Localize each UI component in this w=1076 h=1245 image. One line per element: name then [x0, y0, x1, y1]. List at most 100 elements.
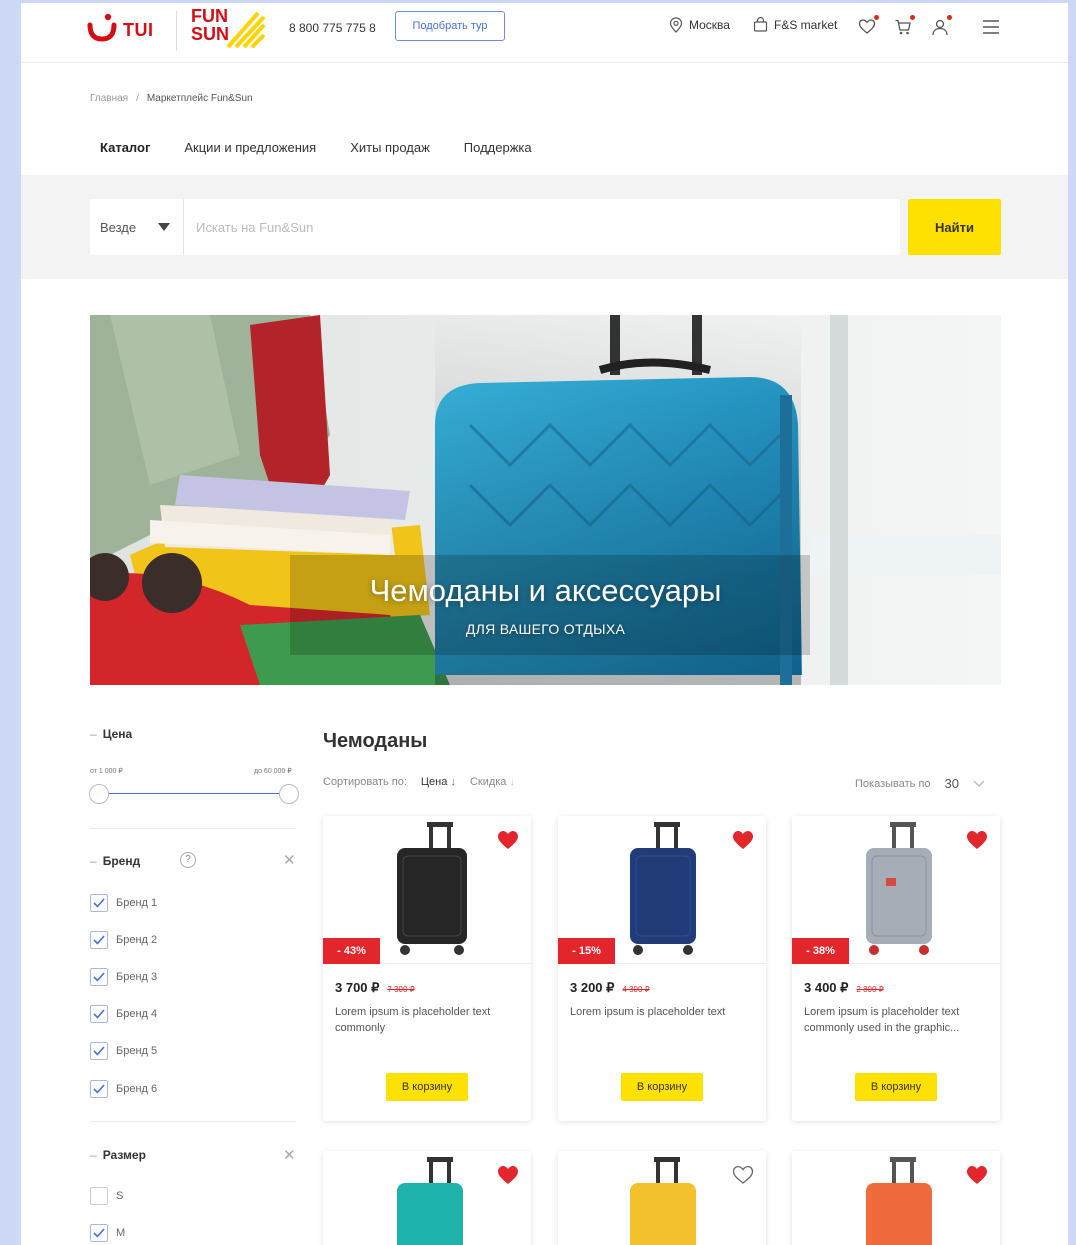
filter-brand-title[interactable]: – Бренд [90, 854, 140, 868]
search-band: Везде Найти [21, 175, 1068, 279]
collapse-icon: – [90, 1148, 97, 1162]
search-input[interactable] [184, 199, 900, 255]
checkbox-checked-icon [90, 894, 108, 912]
favorites-button[interactable] [858, 15, 880, 37]
checkbox-checked-icon [90, 931, 108, 949]
banner-subtitle: ДЛЯ ВАШЕГО ОТДЫХА [465, 621, 626, 637]
product-card[interactable] [323, 1151, 531, 1245]
product-card[interactable] [558, 1151, 766, 1245]
product-description[interactable]: Lorem ipsum is placeholder text commonly [335, 1004, 521, 1036]
filter-size-title[interactable]: – Размер [90, 1148, 146, 1162]
old-price: 4 300 ₽ [622, 985, 650, 994]
search-button[interactable]: Найти [908, 199, 1001, 255]
product-image[interactable]: - 43% [323, 816, 531, 964]
product-card[interactable]: - 43% 3 700 ₽ 7 300 ₽ Lorem ipsum is pla… [323, 816, 531, 1121]
product-image[interactable]: - 15% [558, 816, 766, 964]
cart-button[interactable] [894, 15, 916, 37]
arrow-down-icon: ↓ [509, 776, 516, 788]
search-scope-label: Везде [100, 219, 137, 235]
checkbox-checked-icon [90, 1224, 108, 1242]
heart-filled-icon[interactable] [966, 1165, 988, 1185]
product-card[interactable]: - 38% 3 400 ₽ 2 800 ₽ Lorem ipsum is pla… [792, 816, 1000, 1121]
product-description[interactable]: Lorem ipsum is placeholder text commonly… [804, 1004, 990, 1036]
phone-number[interactable]: 8 800 775 775 8 [289, 21, 376, 35]
city-selector[interactable]: Москва [669, 17, 730, 33]
tab-promotions[interactable]: Акции и предложения [174, 140, 326, 180]
discount-badge: - 15% [558, 938, 615, 964]
add-to-cart-button[interactable]: В корзину [855, 1073, 937, 1101]
collapse-icon: – [90, 854, 97, 868]
price-row: 3 400 ₽ 2 800 ₽ [804, 980, 884, 996]
heart-outline-icon[interactable] [732, 1165, 754, 1185]
sort-by-discount[interactable]: Скидка ↓ [470, 776, 515, 788]
breadcrumb-current: Маркетплейс Fun&Sun [146, 93, 253, 104]
show-by-label: Показывать по [855, 777, 931, 790]
sort-by-price[interactable]: Цена ↓ [421, 776, 456, 788]
old-price: 7 300 ₽ [387, 985, 415, 994]
promo-banner[interactable]: Чемоданы и аксессуары ДЛЯ ВАШЕГО ОТДЫХА [90, 315, 1001, 685]
product-card[interactable]: - 15% 3 200 ₽ 4 300 ₽ Lorem ipsum is pla… [558, 816, 766, 1121]
brand-label: Бренд 2 [116, 934, 158, 946]
brand-label: Бренд 4 [116, 1008, 158, 1020]
heart-filled-icon[interactable] [497, 1165, 519, 1185]
search-scope-select[interactable]: Везде [90, 199, 184, 255]
product-card[interactable] [792, 1151, 1000, 1245]
heart-filled-icon[interactable] [732, 830, 754, 850]
brand-checkbox-3[interactable]: Бренд 3 [90, 968, 157, 986]
product-image[interactable] [323, 1151, 531, 1245]
tab-support[interactable]: Поддержка [454, 140, 542, 180]
filter-price-title[interactable]: – Цена [90, 727, 132, 741]
sort-price-label: Цена [420, 776, 448, 788]
page: TUI FUN SUN 8 800 775 775 8 Подобрать ту… [21, 3, 1068, 1245]
filter-brand-label: Бренд [102, 854, 141, 868]
breadcrumb-home[interactable]: Главная [90, 93, 128, 104]
logo-divider [176, 11, 177, 51]
help-icon[interactable]: ? [180, 852, 196, 868]
brand-checkbox-6[interactable]: Бренд 6 [90, 1080, 157, 1098]
brand-checkbox-5[interactable]: Бренд 5 [90, 1042, 157, 1060]
product-image[interactable]: - 38% [792, 816, 1000, 964]
brand-label: Бренд 3 [116, 971, 158, 983]
tui-logo[interactable]: TUI [87, 11, 154, 43]
old-price: 2 800 ₽ [856, 985, 884, 994]
collapse-icon: – [90, 727, 97, 741]
price-range-track[interactable] [99, 793, 289, 794]
breadcrumb: Главная / Маркетплейс Fun&Sun [90, 93, 253, 104]
pick-tour-button[interactable]: Подобрать тур [395, 11, 505, 41]
brand-checkbox-2[interactable]: Бренд 2 [90, 931, 157, 949]
price: 3 700 ₽ [335, 980, 380, 995]
price-from-label: от 1 000 ₽ [90, 768, 123, 775]
size-label: M [116, 1227, 126, 1239]
product-image[interactable] [792, 1151, 1000, 1245]
tab-bestsellers[interactable]: Хиты продаж [340, 140, 440, 180]
add-to-cart-button[interactable]: В корзину [621, 1073, 703, 1101]
brand-label: Бренд 6 [116, 1083, 158, 1095]
discount-badge: - 43% [323, 938, 380, 964]
checkbox-checked-icon [90, 1005, 108, 1023]
heart-filled-icon[interactable] [497, 830, 519, 850]
price-range-min-handle[interactable] [89, 784, 109, 804]
market-link[interactable]: F&S market [753, 17, 837, 32]
brand-checkbox-1[interactable]: Бренд 1 [90, 894, 157, 912]
price-row: 3 700 ₽ 7 300 ₽ [335, 980, 415, 996]
product-image[interactable] [558, 1151, 766, 1245]
size-checkbox-m[interactable]: M [90, 1224, 125, 1242]
price-range-max-handle[interactable] [279, 784, 299, 804]
size-checkbox-s[interactable]: S [90, 1187, 123, 1205]
sort-discount-label: Скидка [469, 776, 507, 788]
tui-wordmark: TUI [123, 19, 154, 40]
show-by-selector[interactable]: Показывать по 30 [855, 776, 985, 791]
filter-divider [90, 828, 296, 829]
add-to-cart-button[interactable]: В корзину [386, 1073, 468, 1101]
brand-checkbox-4[interactable]: Бренд 4 [90, 1005, 157, 1023]
menu-button[interactable] [981, 15, 1003, 37]
discount-badge: - 38% [792, 938, 849, 964]
tab-catalog[interactable]: Каталог [90, 140, 161, 180]
bag-icon [753, 17, 768, 32]
clear-size-filter-icon[interactable]: ✕ [283, 1146, 296, 1164]
heart-filled-icon[interactable] [966, 830, 988, 850]
show-by-value: 30 [944, 776, 959, 791]
profile-button[interactable] [931, 15, 953, 37]
product-description[interactable]: Lorem ipsum is placeholder text [570, 1004, 756, 1020]
clear-brand-filter-icon[interactable]: ✕ [283, 851, 296, 869]
